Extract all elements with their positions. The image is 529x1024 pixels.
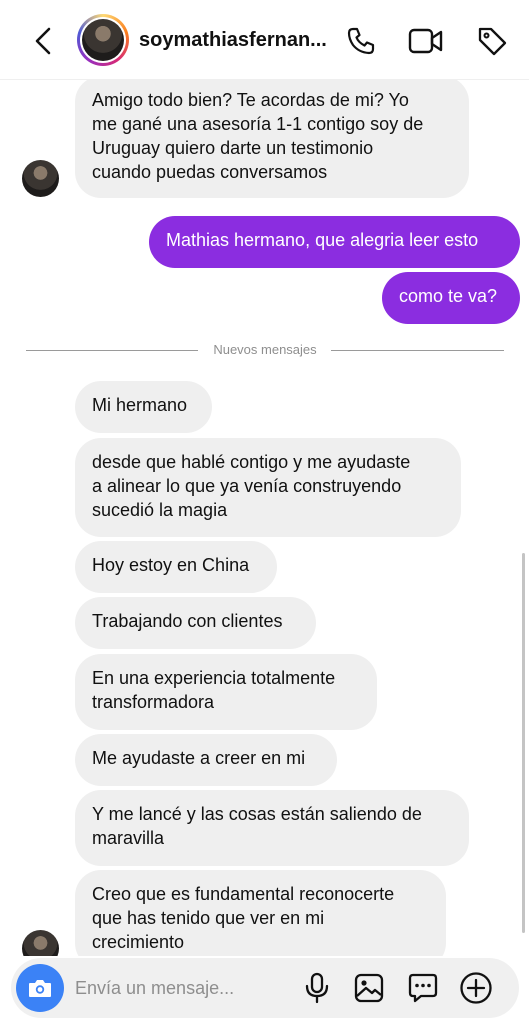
message-bubble-incoming[interactable]: Creo que es fundamental reconocerte que …	[75, 870, 446, 956]
message-text: desde que hablé contigo y me ayudaste	[92, 452, 411, 472]
message-bubble-outgoing[interactable]: Mathias hermano, que alegria leer esto	[149, 216, 520, 268]
message-bubble-incoming[interactable]: Mi hermano	[75, 381, 212, 433]
message-text: sucedió la magia	[92, 500, 228, 520]
message-text: Mathias hermano, que alegria leer esto	[166, 230, 479, 250]
message-bubble-incoming[interactable]: Hoy estoy en China	[75, 541, 277, 593]
message-text: Hoy estoy en China	[92, 555, 250, 575]
sticker-chat-icon	[408, 973, 438, 1003]
message-text: cuando puedas conversamos	[92, 162, 328, 182]
microphone-icon	[305, 972, 329, 1004]
message-text: transformadora	[92, 692, 215, 712]
message-composer	[11, 958, 519, 1018]
message-text: Uruguay quiero darte un testimonio	[92, 138, 374, 158]
message-text: me gané una asesoría 1-1 contigo soy de	[92, 114, 424, 134]
message-input[interactable]	[75, 974, 295, 1002]
message-text: Me ayudaste a creer en mi	[92, 748, 306, 768]
sender-avatar[interactable]	[22, 930, 59, 956]
message-text: Trabajando con clientes	[92, 611, 283, 631]
message-bubble-incoming[interactable]: Me ayudaste a creer en mi	[75, 734, 337, 786]
message-text: Amigo todo bien? Te acordas de mi? Yo	[92, 90, 409, 110]
message-text: a alinear lo que ya venía construyendo	[92, 476, 402, 496]
chat-username[interactable]: soymathiasfernan...	[139, 29, 329, 52]
new-messages-divider: Nuevos mensajes	[26, 342, 504, 358]
message-text: crecimiento	[92, 932, 185, 952]
message-text: Mi hermano	[92, 395, 188, 415]
tag-icon	[478, 27, 507, 56]
divider-label: Nuevos mensajes	[201, 342, 329, 357]
message-bubble-outgoing[interactable]: como te va?	[382, 272, 520, 324]
tag-button[interactable]	[473, 22, 511, 60]
chevron-left-icon	[35, 27, 51, 55]
plus-icon	[460, 972, 492, 1004]
more-options-button[interactable]	[458, 970, 494, 1006]
image-icon	[354, 973, 384, 1003]
message-bubble-incoming[interactable]: desde que hablé contigo y me ayudaste a …	[75, 438, 461, 537]
video-icon	[408, 28, 443, 54]
camera-button[interactable]	[16, 964, 64, 1012]
message-bubble-incoming[interactable]: Trabajando con clientes	[75, 597, 316, 649]
chat-header: soymathiasfernan...	[0, 0, 529, 80]
message-text: como te va?	[399, 286, 498, 306]
camera-icon	[29, 980, 51, 997]
profile-avatar[interactable]	[77, 14, 129, 66]
phone-icon	[347, 27, 375, 55]
sticker-button[interactable]	[405, 970, 441, 1006]
message-text: Creo que es fundamental reconocerte	[92, 884, 395, 904]
message-text: Y me lancé y las cosas están saliendo de	[92, 804, 422, 824]
audio-call-button[interactable]	[342, 22, 380, 60]
message-text: maravilla	[92, 828, 165, 848]
message-text: que has tenido que ver en mi	[92, 908, 325, 928]
video-call-button[interactable]	[407, 22, 445, 60]
back-button[interactable]	[26, 22, 60, 60]
message-bubble-incoming[interactable]: En una experiencia totalmente transforma…	[75, 654, 377, 730]
message-thread[interactable]: Amigo todo bien? Te acordas de mi? Yo me…	[0, 80, 529, 956]
sender-avatar[interactable]	[22, 160, 59, 197]
voice-message-button[interactable]	[299, 970, 335, 1006]
message-bubble-incoming[interactable]: Y me lancé y las cosas están saliendo de…	[75, 790, 469, 866]
message-bubble-incoming[interactable]: Amigo todo bien? Te acordas de mi? Yo me…	[75, 80, 469, 198]
thread-scrollbar[interactable]	[522, 553, 525, 933]
gallery-button[interactable]	[351, 970, 387, 1006]
message-text: En una experiencia totalmente	[92, 668, 336, 688]
